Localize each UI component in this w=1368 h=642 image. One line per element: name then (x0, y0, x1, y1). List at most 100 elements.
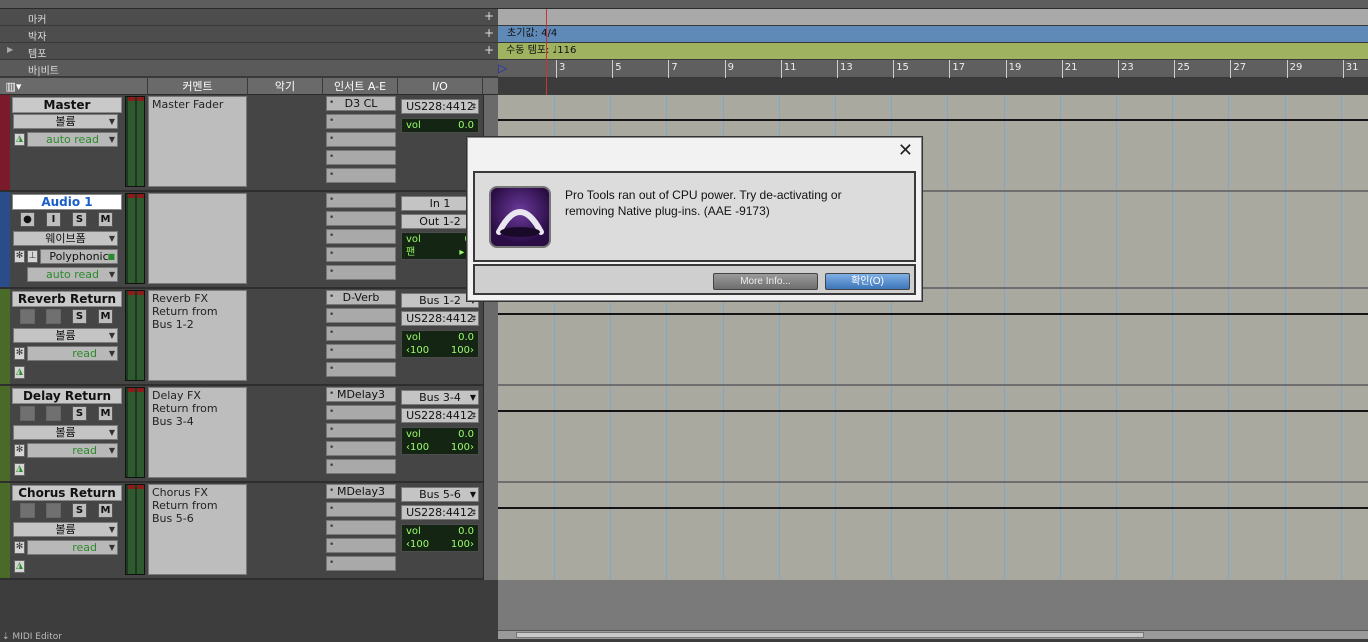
add-marker-icon[interactable]: + (484, 9, 494, 23)
tempo-lane[interactable]: 수동 템포: ♩116 (498, 43, 1368, 60)
volume-menu[interactable]: 볼륨 ▼ (13, 425, 118, 440)
insert-slot-empty[interactable]: • (326, 193, 396, 208)
insert-slot[interactable]: • MDelay3 (326, 484, 396, 499)
ok-button[interactable]: 확인(O) (825, 273, 910, 290)
solo-button[interactable]: S (72, 406, 87, 421)
automation-icon[interactable]: ◮ (14, 133, 25, 146)
automation-icon[interactable]: ◮ (14, 560, 25, 573)
track-list-menu-icon[interactable]: ▥▾ (0, 78, 27, 95)
volume-menu[interactable]: 볼륨 ▼ (13, 328, 118, 343)
solo-button[interactable]: S (72, 503, 87, 518)
insert-slot-empty[interactable]: • (326, 132, 396, 147)
volume-automation-line[interactable] (498, 410, 1368, 412)
mute-button[interactable]: M (98, 406, 113, 421)
solo-button[interactable]: S (72, 309, 87, 324)
ruler-bars-beats[interactable]: 바|비트 (0, 60, 498, 77)
record-enable-button[interactable]: ● (20, 212, 35, 227)
output-selector[interactable]: US228:4412 ‡ (401, 408, 479, 423)
insert-slot-empty[interactable]: • (326, 150, 396, 165)
instrument-header[interactable]: 악기 (248, 78, 323, 95)
insert-slot-empty[interactable]: • (326, 459, 396, 474)
automation-icon[interactable]: ◮ (14, 366, 25, 379)
session-start-marker-icon[interactable]: ▷ (498, 61, 507, 75)
inserts-header[interactable]: 인서트 A-E (323, 78, 398, 95)
insert-slot-empty[interactable]: • (326, 229, 396, 244)
insert-slot-empty[interactable]: • (326, 441, 396, 456)
scrollbar-thumb[interactable] (516, 632, 1144, 638)
elastic-audio-icon[interactable]: ✻ (14, 347, 25, 360)
volume-automation-line[interactable] (498, 313, 1368, 315)
input-selector[interactable]: Bus 5-6 ▼ (401, 487, 479, 502)
insert-slot-empty[interactable]: • (326, 265, 396, 280)
volume-pan-display[interactable]: vol 0.0 ‹100 100› (401, 524, 479, 552)
output-selector[interactable]: US228:4412 ‡ (401, 505, 479, 520)
insert-slot-empty[interactable]: • (326, 211, 396, 226)
expand-tempo-icon[interactable]: ▶ (7, 45, 13, 54)
insert-slot-empty[interactable]: • (326, 538, 396, 553)
automation-mode[interactable]: auto read ▼ (27, 132, 118, 147)
insert-slot-empty[interactable]: • (326, 344, 396, 359)
bars-beats-lane[interactable]: 3 5 7 9 11 13 15 17 19 21 23 25 27 29 31 ▷ (498, 60, 1368, 78)
volume-pan-display[interactable]: vol 0.0 ‹100 100› (401, 330, 479, 358)
insert-slot-empty[interactable]: • (326, 556, 396, 571)
insert-slot[interactable]: • MDelay3 (326, 387, 396, 402)
close-icon[interactable]: ✕ (898, 142, 913, 160)
track-name[interactable]: Reverb Return (12, 291, 122, 307)
insert-slot-empty[interactable]: • (326, 502, 396, 517)
output-selector[interactable]: US228:4412 ‡ (401, 311, 479, 326)
timebase-icon[interactable]: ⊥ (27, 250, 38, 263)
comment-field[interactable]: Master Fader (148, 96, 247, 187)
solo-button[interactable]: S (72, 212, 87, 227)
add-tempo-icon[interactable]: + (484, 43, 494, 57)
io-header[interactable]: I/O (398, 78, 483, 95)
insert-slot-empty[interactable]: • (326, 405, 396, 420)
input-selector[interactable]: Bus 3-4 ▼ (401, 390, 479, 405)
ruler-meter[interactable]: 박자 + (0, 26, 498, 43)
track-name[interactable]: Audio 1 (12, 194, 122, 210)
horizontal-scrollbar[interactable] (498, 630, 1368, 639)
volume-pan-display[interactable]: vol 0.0 ‹100 100› (401, 427, 479, 455)
track-view-menu[interactable]: 웨이브폼 ▼ (13, 231, 118, 246)
mute-button[interactable]: M (98, 503, 113, 518)
insert-slot-empty[interactable]: • (326, 326, 396, 341)
ruler-tempo[interactable]: ▶ 템포 + (0, 43, 498, 60)
input-monitor-button[interactable]: I (46, 212, 61, 227)
insert-slot-empty[interactable]: • (326, 520, 396, 535)
track-name[interactable]: Delay Return (12, 388, 122, 404)
volume-menu[interactable]: 볼륨 ▼ (13, 114, 118, 129)
volume-display[interactable]: vol 0.0 (401, 118, 479, 133)
midi-editor-label[interactable]: ⇣ MIDI Editor (2, 632, 62, 642)
insert-slot-empty[interactable]: • (326, 247, 396, 262)
automation-mode[interactable]: auto read ▼ (27, 267, 118, 282)
volume-automation-line[interactable] (498, 119, 1368, 121)
automation-mode[interactable]: read ▼ (27, 346, 118, 361)
comment-field[interactable]: Chorus FX Return from Bus 5-6 (148, 484, 247, 575)
volume-automation-line[interactable] (498, 507, 1368, 509)
volume-menu[interactable]: 볼륨 ▼ (13, 522, 118, 537)
insert-slot-empty[interactable]: • (326, 308, 396, 323)
elastic-audio-icon[interactable]: ✻ (14, 541, 25, 554)
elastic-audio-icon[interactable]: ✻ (14, 250, 25, 263)
elastic-audio-icon[interactable]: ✻ (14, 444, 25, 457)
meter-lane[interactable]: 초기값: 4/4 (498, 26, 1368, 43)
track-name[interactable]: Chorus Return (12, 485, 122, 501)
ruler-marker[interactable]: 마커 + (0, 9, 498, 26)
automation-mode[interactable]: read ▼ (27, 443, 118, 458)
marker-lane[interactable] (498, 9, 1368, 26)
insert-slot-empty[interactable]: • (326, 168, 396, 183)
output-selector[interactable]: US228:4412 ‡ (401, 99, 479, 114)
automation-mode[interactable]: read ▼ (27, 540, 118, 555)
comment-field[interactable]: Reverb FX Return from Bus 1-2 (148, 290, 247, 381)
insert-slot[interactable]: • D-Verb (326, 290, 396, 305)
elastic-mode-selector[interactable]: Polyphonic ■ (40, 249, 118, 264)
insert-slot-empty[interactable]: • (326, 423, 396, 438)
comment-header[interactable]: 커멘트 (148, 78, 248, 95)
insert-slot-empty[interactable]: • (326, 362, 396, 377)
insert-slot[interactable]: • D3 CL (326, 96, 396, 111)
comment-field[interactable]: Delay FX Return from Bus 3-4 (148, 387, 247, 478)
track-name[interactable]: Master (12, 97, 122, 113)
add-meter-icon[interactable]: + (484, 26, 494, 40)
more-info-button[interactable]: More Info... (713, 273, 818, 290)
comment-field[interactable] (148, 193, 247, 284)
automation-icon[interactable]: ◮ (14, 463, 25, 476)
